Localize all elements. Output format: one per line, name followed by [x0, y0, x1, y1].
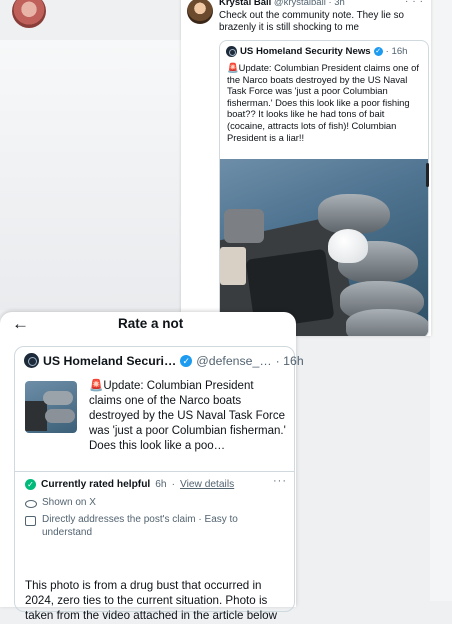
- addresses-claim-text: Directly addresses the post's claim · Ea…: [42, 514, 238, 538]
- addresses-claim-row: Directly addresses the post's claim · Ea…: [25, 514, 240, 539]
- thumbnail-detail: [45, 409, 75, 423]
- user-avatar[interactable]: [187, 0, 213, 24]
- rate-note-panel: ← Rate a not US Homeland Securi… ✓ @defe…: [0, 312, 304, 622]
- quoted-tweet-card[interactable]: Krystal Ball @krystalball · 3h ··· Check…: [181, 0, 431, 336]
- view-details-link[interactable]: View details: [180, 479, 234, 490]
- quote-text: 🚨Update: Columbian President claims one …: [227, 62, 419, 143]
- verified-badge-icon: ✓: [180, 354, 193, 367]
- back-arrow-icon[interactable]: ←: [12, 314, 29, 334]
- eye-icon: [25, 500, 37, 508]
- check-circle-icon: ✓: [25, 479, 36, 490]
- boat-crate: [220, 247, 246, 285]
- author-handle[interactable]: @krystalball: [274, 0, 326, 8]
- note-post-card[interactable]: US Homeland Securi… ✓ @defense_… · 16h 🚨…: [14, 346, 304, 622]
- background-avatar: [12, 0, 46, 28]
- thumbnail-detail: [25, 401, 47, 431]
- quote-author-name: US Homeland Security News: [240, 46, 371, 57]
- account-logo-icon: [226, 46, 237, 57]
- background-area: [0, 40, 190, 310]
- panel-title: Rate a not: [118, 316, 184, 331]
- rating-status: Currently rated helpful: [41, 479, 151, 490]
- post-author-handle: @defense_…: [196, 353, 272, 368]
- comment-icon: [25, 516, 36, 526]
- post-time: · 16h: [275, 353, 304, 368]
- radar-dome: [328, 229, 368, 263]
- post-thumbnail[interactable]: [25, 381, 77, 433]
- scrollbar-handle[interactable]: [426, 163, 429, 187]
- embedded-quote[interactable]: US Homeland Security News ✓ · 16h 🚨Updat…: [219, 40, 429, 336]
- boat-tank: [224, 209, 264, 243]
- thumbnail-detail: [43, 391, 73, 405]
- account-logo-icon: [24, 353, 39, 368]
- author-name[interactable]: Krystal Ball: [219, 0, 271, 8]
- verified-badge-icon: ✓: [373, 47, 383, 56]
- background-edge: [430, 0, 452, 601]
- tweet-header: Krystal Ball @krystalball · 3h: [219, 0, 345, 8]
- outboard-engine: [318, 194, 390, 234]
- tweet-text: Check out the community note. They lie s…: [219, 10, 404, 33]
- quote-header: US Homeland Security News ✓ · 16h: [226, 46, 408, 57]
- post-author-name: US Homeland Securi…: [43, 353, 177, 368]
- separator-dot: ·: [171, 479, 175, 490]
- divider: [15, 471, 294, 472]
- more-options-icon[interactable]: ···: [273, 475, 287, 487]
- rating-time: 6h: [155, 479, 167, 490]
- shown-on-row: Shown on X: [25, 497, 96, 513]
- post-text: 🚨Update: Columbian President claims one …: [89, 380, 286, 452]
- boat-photo[interactable]: [220, 159, 428, 336]
- quote-time: · 16h: [385, 46, 408, 57]
- more-icon[interactable]: ···: [405, 0, 427, 7]
- post-header: US Homeland Securi… ✓ @defense_… · 16h: [24, 353, 304, 368]
- rating-status-row: ✓ Currently rated helpful 6h · View deta…: [25, 479, 234, 490]
- shown-on-text: Shown on X: [42, 497, 96, 508]
- outboard-engine: [346, 309, 428, 336]
- tweet-time: · 3h: [328, 0, 345, 8]
